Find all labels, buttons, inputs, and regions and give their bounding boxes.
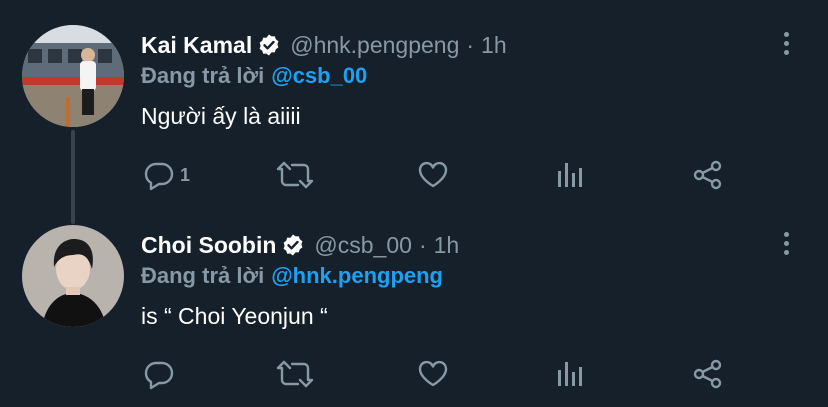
tweet-choi-soobin[interactable]: Choi Soobin @csb_00 · 1h Đang trả lời @h… <box>0 200 828 407</box>
replying-to: Đang trả lời @hnk.pengpeng <box>141 262 443 290</box>
tweet-text: is “ Choi Yeonjun “ <box>141 303 328 329</box>
handle[interactable]: @hnk.pengpeng <box>290 32 459 59</box>
analytics-button[interactable] <box>556 355 586 393</box>
action-bar <box>0 355 828 393</box>
display-name[interactable]: Choi Soobin <box>141 232 276 259</box>
timestamp[interactable]: 1h <box>434 232 460 259</box>
replying-to-label: Đang trả lời <box>141 263 265 288</box>
tweet-text: Người ấy là aiiii <box>141 103 301 129</box>
more-icon[interactable] <box>774 28 798 58</box>
share-icon <box>692 358 724 390</box>
like-icon <box>417 358 449 390</box>
retweet-button[interactable] <box>276 355 314 393</box>
reply-button[interactable] <box>143 355 180 393</box>
share-icon <box>692 159 724 191</box>
share-button[interactable] <box>692 355 724 393</box>
share-button[interactable] <box>692 156 724 194</box>
reply-button[interactable]: 1 <box>143 156 190 194</box>
reply-icon <box>143 159 175 191</box>
reply-count: 1 <box>180 164 191 185</box>
avatar[interactable] <box>22 25 124 127</box>
tweet-kai-kamal[interactable]: Kai Kamal @hnk.pengpeng · 1h Đang trả lờ… <box>0 0 828 200</box>
reply-icon <box>143 358 175 390</box>
like-icon <box>417 159 449 191</box>
analytics-icon <box>556 159 586 191</box>
replying-to: Đang trả lời @csb_00 <box>141 62 367 90</box>
display-name[interactable]: Kai Kamal <box>141 32 252 59</box>
separator-dot: · <box>466 31 475 58</box>
tweet-header: Choi Soobin @csb_00 · 1h <box>141 230 459 260</box>
replying-to-label: Đang trả lời <box>141 63 265 88</box>
handle[interactable]: @csb_00 <box>314 232 412 259</box>
retweet-icon <box>276 358 314 390</box>
analytics-icon <box>556 358 586 390</box>
verified-badge-icon <box>257 33 281 57</box>
retweet-button[interactable] <box>276 156 314 194</box>
action-bar: 1 <box>0 156 828 194</box>
like-button[interactable] <box>417 355 449 393</box>
like-button[interactable] <box>417 156 449 194</box>
mention-link[interactable]: @hnk.pengpeng <box>271 263 443 289</box>
mention-link[interactable]: @csb_00 <box>271 63 367 89</box>
tweet-header: Kai Kamal @hnk.pengpeng · 1h <box>141 30 507 60</box>
analytics-button[interactable] <box>556 156 586 194</box>
avatar[interactable] <box>22 225 124 327</box>
more-icon[interactable] <box>774 228 798 258</box>
verified-badge-icon <box>281 233 305 257</box>
timestamp[interactable]: 1h <box>481 32 507 59</box>
tweet-thread: Kai Kamal @hnk.pengpeng · 1h Đang trả lờ… <box>0 0 828 407</box>
retweet-icon <box>276 159 314 191</box>
separator-dot: · <box>418 231 427 258</box>
